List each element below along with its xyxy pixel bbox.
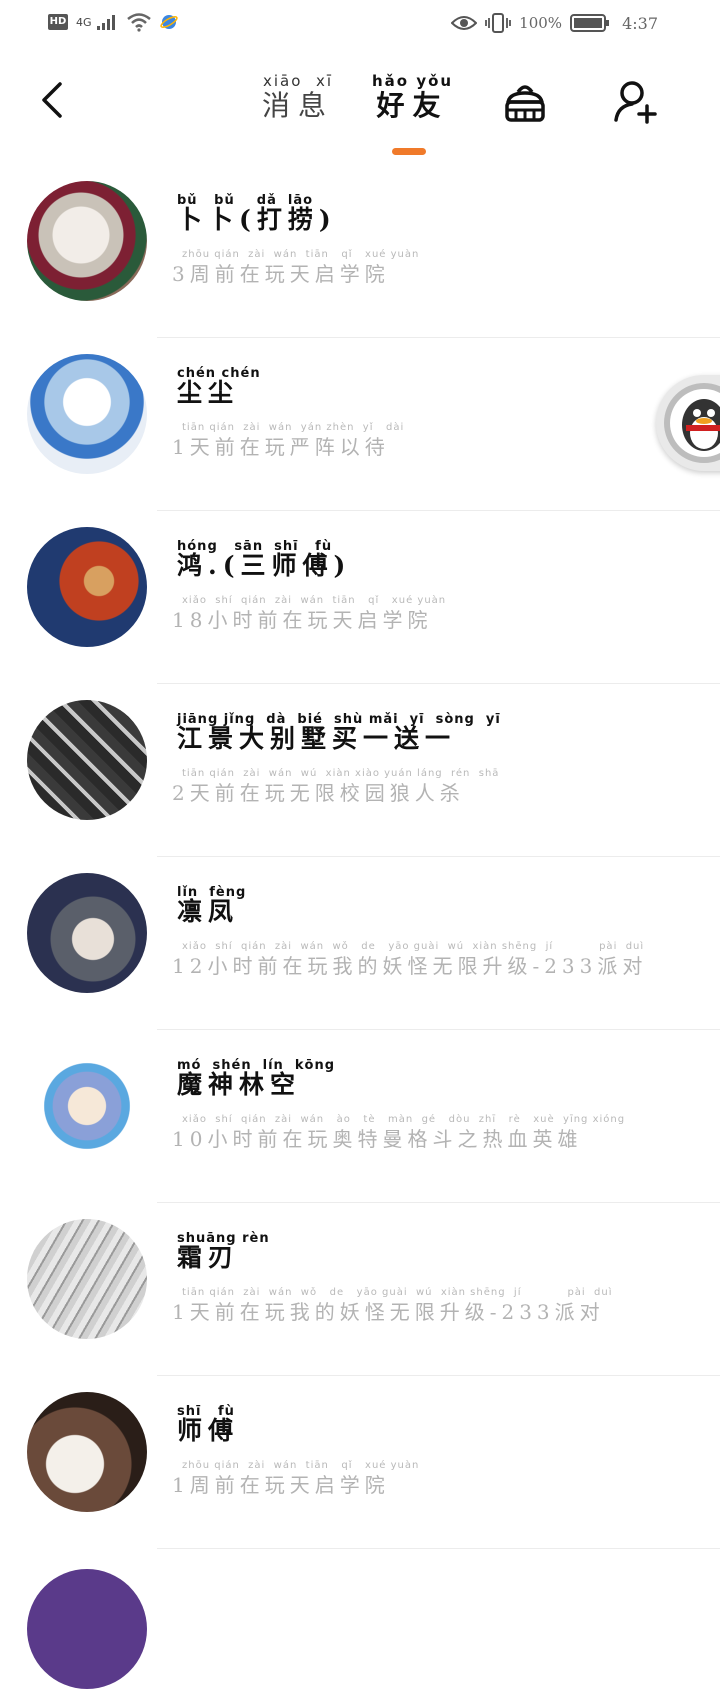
- status-bar-left: HD 4G: [48, 12, 178, 32]
- avatar[interactable]: [27, 1569, 147, 1689]
- active-tab-indicator: [392, 148, 426, 155]
- friend-name: 凛凤: [177, 897, 240, 926]
- friend-row[interactable]: bǔ bǔ dǎ lāo 卜卜(打捞) zhōu qián zài wán ti…: [0, 165, 720, 338]
- hd-badge: HD: [48, 14, 68, 30]
- friend-name: 鸿.(三师傅): [177, 551, 352, 580]
- friend-name: 江景大别墅买一送一: [177, 724, 457, 753]
- battery-icon: [570, 14, 610, 32]
- friend-row[interactable]: shuāng rèn 霜刃 tiān qián zài wán wǒ de yā…: [0, 1203, 720, 1376]
- friend-name: 卜卜(打捞): [177, 205, 337, 234]
- add-friend-icon: [614, 81, 657, 124]
- wifi-icon: [126, 13, 151, 32]
- friend-name: 尘尘: [177, 378, 240, 407]
- tab-friends[interactable]: hǎo yǒu 好友: [372, 72, 453, 122]
- tab-messages-label: 消息: [262, 89, 335, 122]
- friend-status: 2天前在玩无限校园狼人杀: [172, 781, 465, 805]
- network-type: 4G: [76, 15, 92, 29]
- friend-name: 魔神林空: [177, 1070, 302, 1099]
- browser-icon: [159, 15, 178, 29]
- avatar[interactable]: [27, 181, 147, 301]
- friend-row[interactable]: chén chén 尘尘 tiān qián zài wán yán zhèn …: [0, 338, 720, 511]
- friend-status: 18小时前在玩天启学院: [172, 608, 433, 632]
- friend-status: 10小时前在玩奥特曼格斗之热血英雄: [172, 1127, 583, 1151]
- signal-icon: [96, 15, 115, 30]
- tab-messages[interactable]: xiāo xī 消息: [262, 72, 334, 122]
- friend-row[interactable]: shī fù 师傅 zhōu qián zài wán tiān qǐ xué …: [0, 1376, 720, 1549]
- avatar[interactable]: [27, 527, 147, 647]
- avatar[interactable]: [27, 1046, 147, 1166]
- friend-row[interactable]: hóng sān shī fù 鸿.(三师傅) xiǎo shí qián zà…: [0, 511, 720, 684]
- floating-qq-button[interactable]: [656, 375, 720, 471]
- tab-friends-pinyin: hǎo yǒu: [372, 72, 454, 90]
- eye-icon: [451, 16, 478, 30]
- avatar[interactable]: [27, 873, 147, 993]
- friend-status: 1天前在玩我的妖怪无限升级-233派对: [172, 1300, 605, 1324]
- friend-list: bǔ bǔ dǎ lāo 卜卜(打捞) zhōu qián zài wán ti…: [0, 165, 720, 1689]
- avatar[interactable]: [27, 700, 147, 820]
- vibrate-icon: [485, 13, 512, 33]
- tab-friends-label: 好友: [376, 89, 449, 122]
- battery-percent: 100%: [519, 14, 563, 32]
- friend-row[interactable]: mó shén lín kōng 魔神林空 xiǎo shí qián zài …: [0, 1030, 720, 1203]
- avatar[interactable]: [27, 1392, 147, 1512]
- add-friend-button[interactable]: [610, 78, 660, 128]
- friend-row[interactable]: lǐn fèng 凛凤 xiǎo shí qián zài wán wǒ de …: [0, 857, 720, 1030]
- clean-button[interactable]: [500, 78, 550, 128]
- avatar[interactable]: [27, 1219, 147, 1339]
- status-bar-right: 100% 4:37: [451, 12, 658, 34]
- clock: 4:37: [622, 13, 658, 33]
- friend-name: 霜刃: [177, 1243, 240, 1272]
- friend-row[interactable]: jiāng jǐng dà bié shù mǎi yī sòng yī 江景大…: [0, 684, 720, 857]
- tab-messages-pinyin: xiāo xī: [263, 72, 333, 90]
- friend-row-partial[interactable]: [0, 1549, 720, 1689]
- friend-name: 师傅: [177, 1416, 240, 1445]
- friend-status: 12小时前在玩我的妖怪无限升级-233派对: [172, 954, 648, 978]
- friend-status: 3周前在玩天启学院: [172, 262, 390, 286]
- back-button[interactable]: [36, 78, 72, 122]
- penguin-icon: [664, 383, 720, 463]
- friend-status: 1周前在玩天启学院: [172, 1473, 390, 1497]
- avatar[interactable]: [27, 354, 147, 474]
- friend-status: 1天前在玩严阵以待: [172, 435, 390, 459]
- header: xiāo xī 消息 hǎo yǒu 好友: [0, 60, 720, 160]
- status-bar: HD 4G 100% 4:37: [0, 0, 720, 50]
- back-icon: [42, 82, 62, 118]
- clean-icon: [505, 85, 545, 122]
